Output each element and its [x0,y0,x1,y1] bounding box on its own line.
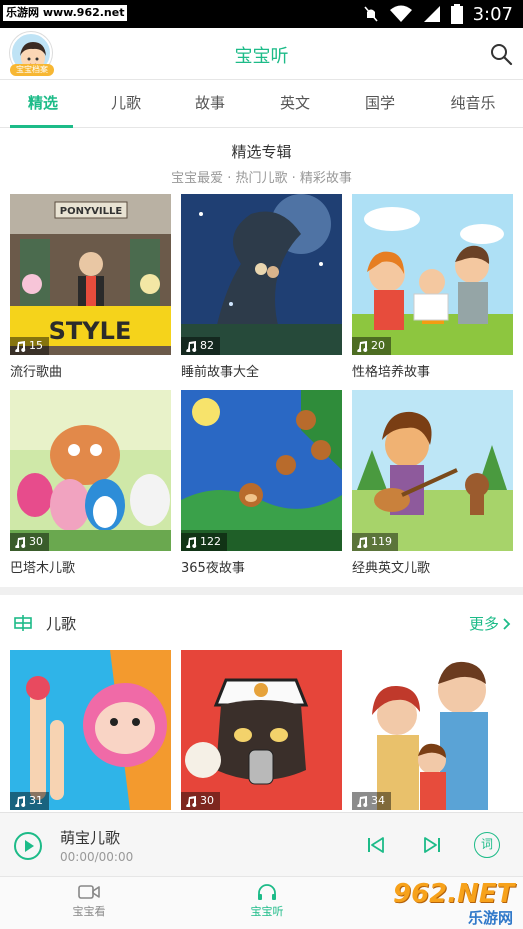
music-note-icon [15,537,26,548]
track-count-value: 20 [371,339,385,352]
track-count: 30 [181,792,220,810]
track-count-value: 82 [200,339,214,352]
track-count: 122 [181,533,227,551]
album-card[interactable]: 30 [181,650,342,810]
music-note-icon [15,341,26,352]
featured-subtitle: 宝宝最爱 · 热门儿歌 · 精彩故事 [171,171,352,186]
track-count-value: 34 [371,794,385,807]
track-count-value: 31 [29,794,43,807]
music-note-icon [15,796,26,807]
album-title[interactable]: 巴塔木儿歌 [10,557,171,576]
lyrics-button[interactable]: 词 [474,832,500,858]
album-cover[interactable]: 34 [352,650,513,810]
track-count: 31 [10,792,49,810]
nav-listen-label[interactable]: 宝宝听 [251,905,284,918]
album-cover[interactable]: 20 [352,194,513,355]
album-card[interactable]: 82 睡前故事大全 [181,194,342,380]
video-icon [78,885,100,899]
app-header: 宝宝档案 宝宝听 [0,28,523,80]
search-icon[interactable] [489,42,513,66]
bottom-nav: 宝宝看 宝宝听 962.NET 乐游网 [0,876,523,929]
wifi-icon [389,5,412,22]
mute-icon [363,6,378,22]
now-playing-time: 00:00/00:00 [60,850,134,864]
track-count-value: 30 [200,794,214,807]
tab-indicator [10,125,73,128]
tab-stories[interactable]: 故事 [167,80,253,128]
track-count: 20 [352,337,391,355]
headphones-icon [258,884,276,900]
track-count-value: 122 [200,535,221,548]
page-title: 宝宝听 [234,46,289,67]
poster-text: PONYVILLE [60,206,123,217]
chevron-right-icon[interactable] [503,617,511,630]
album-cover[interactable]: 30 [181,650,342,810]
album-card[interactable]: 30 巴塔木儿歌 [10,390,171,576]
album-card[interactable]: 119 经典英文儿歌 [352,390,513,576]
album-title[interactable]: 365夜故事 [181,557,342,576]
album-cover[interactable]: 119 [352,390,513,551]
track-count: 82 [181,337,220,355]
track-count: 30 [10,533,49,551]
tab-songs[interactable]: 儿歌 [83,80,169,128]
music-note-icon [186,537,197,548]
music-note-icon [186,796,197,807]
more-label[interactable]: 更多 [469,613,499,634]
track-count-value: 15 [29,339,43,352]
now-playing-title: 萌宝儿歌 [60,829,121,847]
album-title[interactable]: 性格培养故事 [352,361,513,380]
section-icon [14,615,32,631]
status-icons: 3:07 [363,3,513,25]
album-title[interactable]: 经典英文儿歌 [352,557,513,576]
tab-featured[interactable]: 精选 [0,80,86,128]
svg-text:STYLE: STYLE [49,317,132,345]
nav-listen[interactable]: 宝宝听 [222,883,312,919]
tab-pure-music[interactable]: 纯音乐 [430,80,516,128]
signal-icon [423,6,440,22]
play-button[interactable] [14,832,42,860]
category-tabs: 精选 儿歌 故事 英文 国学 纯音乐 [0,80,523,128]
nav-watch-label[interactable]: 宝宝看 [73,905,106,918]
music-note-icon [357,537,368,548]
album-card[interactable]: 122 365夜故事 [181,390,342,576]
prev-icon[interactable] [366,835,386,855]
album-title[interactable]: 流行歌曲 [10,361,171,380]
album-card[interactable]: 34 [352,650,513,810]
music-note-icon [357,796,368,807]
section-title: 儿歌 [46,615,77,633]
next-icon[interactable] [422,835,442,855]
watermark-small: 乐游网 [467,909,513,927]
track-count: 119 [352,533,398,551]
music-note-icon [186,341,197,352]
more-link[interactable]: 更多 [469,613,511,634]
album-card[interactable]: PONYVILLE STYLE 15 流行歌曲 [10,194,171,380]
battery-icon [450,4,463,24]
album-card[interactable]: 20 性格培养故事 [352,194,513,380]
track-count: 15 [10,337,49,355]
tab-guoxue[interactable]: 国学 [337,80,423,128]
mini-player: 萌宝儿歌 00:00/00:00 词 [0,812,523,876]
section-divider [0,587,523,595]
album-card[interactable]: 31 [10,650,171,810]
nav-watch[interactable]: 宝宝看 [44,883,134,919]
track-count: 34 [352,792,391,810]
album-cover[interactable]: 30 [10,390,171,551]
watermark-big: 962.NET [393,879,515,909]
music-note-icon [357,341,368,352]
album-cover[interactable]: PONYVILLE STYLE 15 [10,194,171,355]
featured-title: 精选专辑 [231,143,292,161]
track-count-value: 30 [29,535,43,548]
clock: 3:07 [472,3,513,25]
watermark-logo: 962.NET 乐游网 [387,877,519,929]
album-cover[interactable]: 31 [10,650,171,810]
tab-english[interactable]: 英文 [252,80,338,128]
album-title[interactable]: 睡前故事大全 [181,361,342,380]
album-cover[interactable]: 122 [181,390,342,551]
album-cover[interactable]: 82 [181,194,342,355]
status-bar: 乐游网 www.962.net 3:07 [0,0,523,28]
section-header-songs: 儿歌 更多 [0,603,523,643]
watermark-label: 乐游网 www.962.net [3,5,128,21]
track-count-value: 119 [371,535,392,548]
